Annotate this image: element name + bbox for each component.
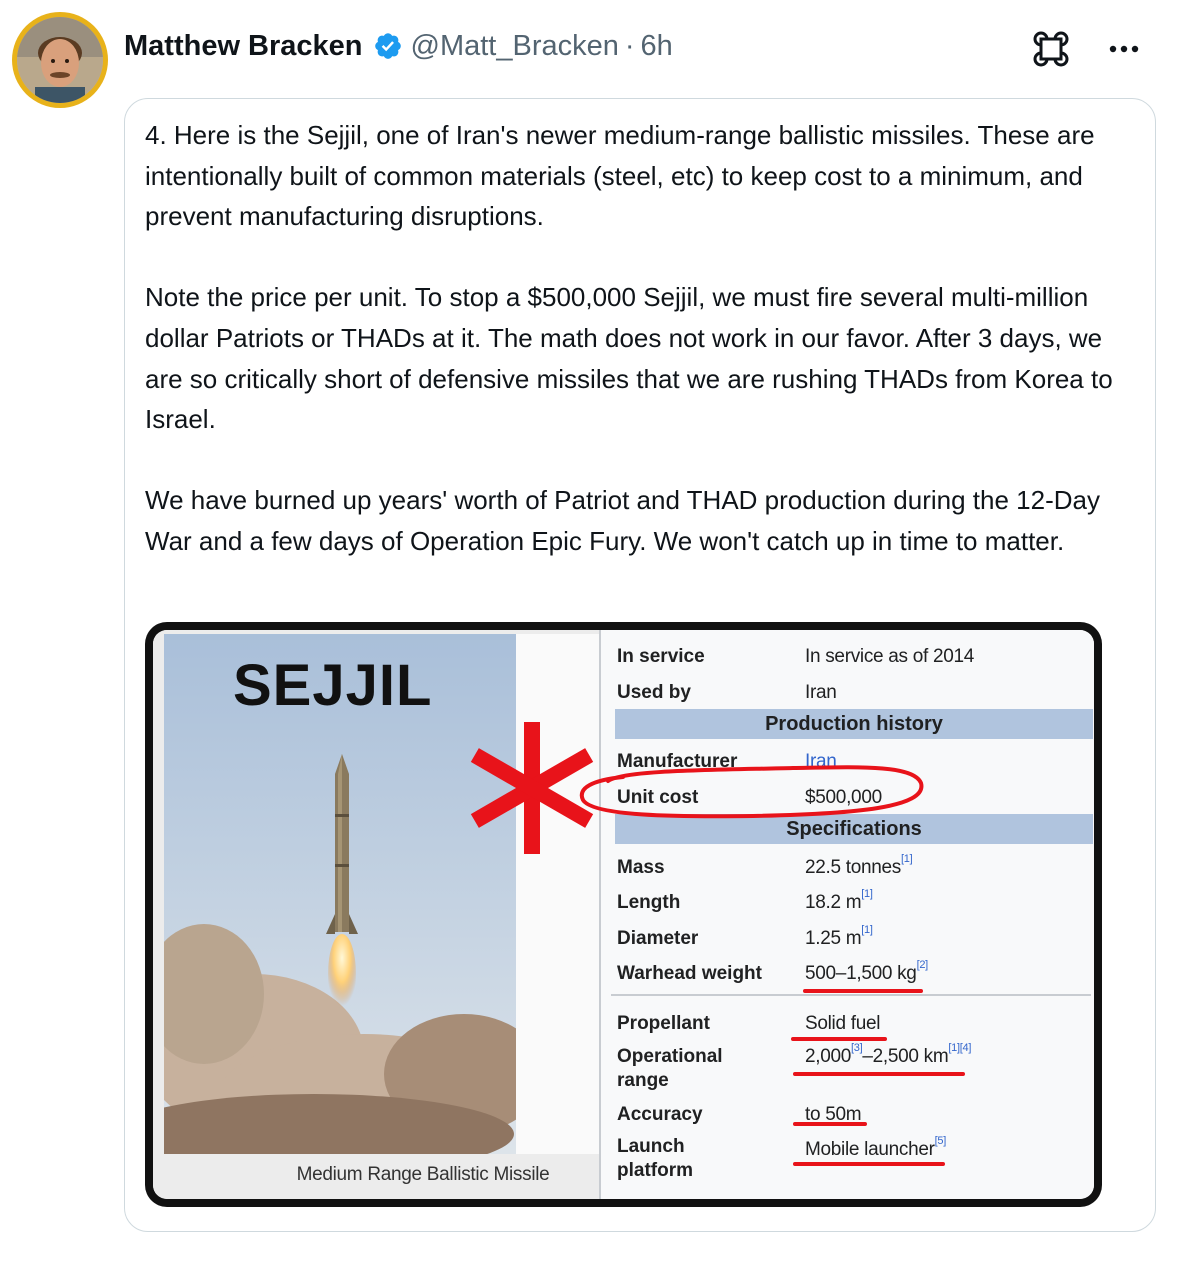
value-in-service: In service as of 2014 bbox=[805, 646, 975, 667]
value-warhead: 500–1,500 kg[2] bbox=[805, 959, 928, 984]
tweet-text: 4. Here is the Sejjil, one of Iran's new… bbox=[145, 120, 1113, 556]
verified-badge-icon bbox=[373, 31, 403, 61]
ref-warhead: [2] bbox=[916, 959, 929, 971]
value-accuracy: to 50m bbox=[805, 1104, 862, 1125]
label-range-2: range bbox=[617, 1070, 669, 1091]
author-handle[interactable]: @Matt_Bracken bbox=[411, 30, 619, 63]
value-unit-cost: $500,000 bbox=[805, 787, 882, 808]
ref-mass: [1] bbox=[901, 853, 913, 865]
meta-separator: · bbox=[624, 29, 635, 62]
label-unit-cost: Unit cost bbox=[617, 787, 699, 808]
value-mass: 22.5 tonnes[1] bbox=[805, 853, 913, 878]
ref-length: [1] bbox=[861, 888, 873, 900]
label-used-by: Used by bbox=[617, 682, 691, 703]
value-launch: Mobile launcher[5] bbox=[805, 1135, 946, 1160]
label-warhead: Warhead weight bbox=[617, 963, 762, 984]
infobox-table: In service In service as of 2014 Used by… bbox=[599, 630, 1094, 1199]
avatar[interactable] bbox=[12, 12, 108, 108]
value-propellant: Solid fuel bbox=[805, 1013, 881, 1034]
label-launch-1: Launch bbox=[617, 1136, 685, 1157]
command-icon[interactable] bbox=[1030, 28, 1072, 70]
value-used-by: Iran bbox=[805, 682, 837, 703]
ref-diameter: [1] bbox=[861, 924, 873, 936]
value-manufacturer: Iran bbox=[805, 751, 837, 772]
tweet-time[interactable]: 6h bbox=[641, 30, 673, 63]
label-launch-2: platform bbox=[617, 1160, 693, 1181]
tweet-header: Matthew Bracken @Matt_Bracken · 6h bbox=[124, 26, 673, 66]
specifications-header: Specifications bbox=[615, 814, 1093, 844]
infobox-divider bbox=[611, 994, 1091, 996]
label-length: Length bbox=[617, 892, 681, 913]
more-options-icon[interactable] bbox=[1108, 42, 1140, 54]
value-range: 2,000[3]–2,500 km[1][4] bbox=[805, 1042, 972, 1067]
label-in-service: In service bbox=[617, 646, 705, 667]
label-mass: Mass bbox=[617, 857, 665, 878]
label-propellant: Propellant bbox=[617, 1013, 710, 1034]
value-length: 18.2 m[1] bbox=[805, 888, 873, 913]
avatar-image bbox=[17, 17, 103, 103]
label-diameter: Diameter bbox=[617, 928, 699, 949]
infographic: SEJJIL Medium Range Ballistic Missile In… bbox=[153, 630, 1094, 1199]
tweet-media[interactable]: SEJJIL Medium Range Ballistic Missile In… bbox=[145, 622, 1102, 1207]
missile-title: SEJJIL bbox=[233, 653, 433, 718]
label-range-1: Operational bbox=[617, 1046, 723, 1067]
photo-margin bbox=[516, 634, 599, 1154]
value-diameter: 1.25 m[1] bbox=[805, 924, 873, 949]
label-accuracy: Accuracy bbox=[617, 1104, 703, 1125]
production-history-header: Production history bbox=[615, 709, 1093, 739]
author-name[interactable]: Matthew Bracken bbox=[124, 30, 363, 63]
label-manufacturer: Manufacturer bbox=[617, 751, 738, 772]
missile-panel: SEJJIL Medium Range Ballistic Missile bbox=[153, 630, 599, 1199]
